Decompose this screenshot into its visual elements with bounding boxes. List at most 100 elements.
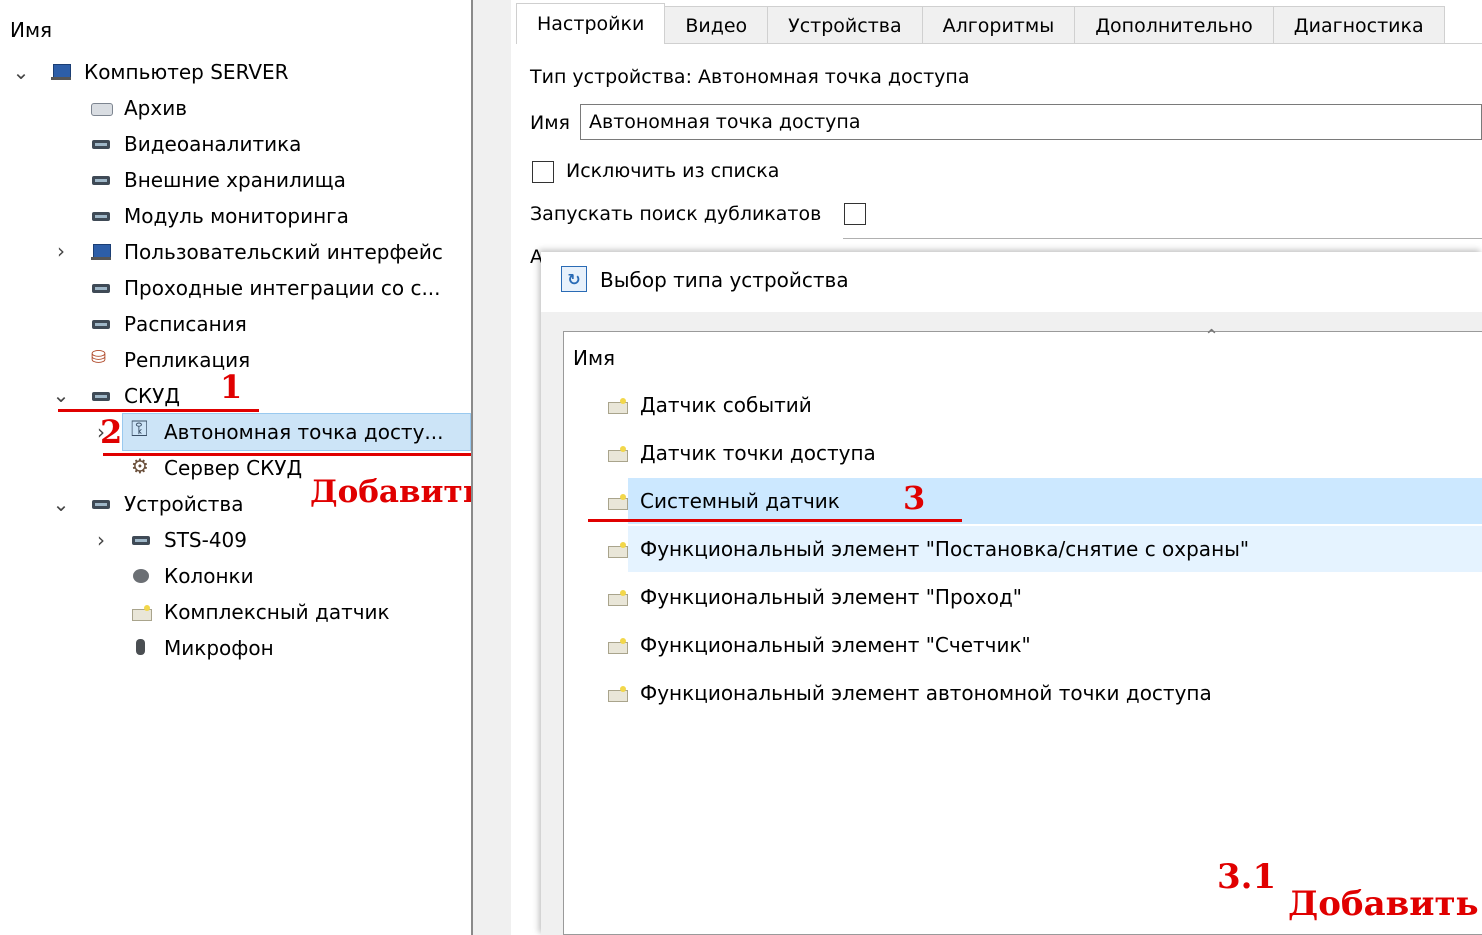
device-icon [90, 495, 112, 513]
annotation-underline-2 [103, 453, 481, 456]
tab-diagnostics[interactable]: Диагностика [1272, 6, 1445, 44]
tree-node-label: Автономная точка досту... [164, 420, 444, 444]
sensor-icon [606, 396, 628, 414]
list-column-header[interactable]: Имя [573, 346, 615, 370]
exclude-label: Исключить из списка [566, 160, 780, 182]
annotation-underline-1 [58, 409, 259, 412]
settings-tabs: Настройки Видео Устройства Алгоритмы Доп… [516, 3, 1445, 44]
tree-node-monitoring[interactable]: Модуль мониторинга [90, 199, 349, 233]
tree-node-label: Расписания [124, 312, 247, 336]
chevron-down-icon[interactable]: ⌄ [12, 60, 30, 84]
tree-node-sts409[interactable]: STS-409 [130, 523, 247, 557]
server-icon [130, 454, 152, 478]
tree-node-label: Архив [124, 96, 187, 120]
device-type-dialog: ↻ Выбор типа устройства Имя ⌃ Датчик соб… [541, 252, 1482, 935]
device-icon [90, 171, 112, 189]
tree-node-complex-sensor[interactable]: Комплексный датчик [130, 595, 390, 629]
annotation-step-1: 1 [220, 368, 243, 406]
chevron-down-icon[interactable]: ⌄ [52, 492, 70, 516]
device-icon [90, 279, 112, 297]
annotation-step-3-1: 3.1 [1217, 857, 1277, 897]
list-item-autonomous-element[interactable]: Функциональный элемент автономной точки … [606, 670, 1212, 716]
tree-node-devices[interactable]: Устройства [90, 487, 243, 521]
settings-panel-gutter [473, 0, 511, 935]
tree-node-label: Модуль мониторинга [124, 204, 349, 228]
list-item-label: Функциональный элемент "Проход" [640, 585, 1022, 609]
tree-node-label: Проходные интеграции со с... [124, 276, 441, 300]
tree-column-header[interactable]: Имя [10, 18, 52, 42]
chevron-right-icon[interactable]: › [52, 239, 70, 263]
exclude-checkbox[interactable] [532, 161, 554, 183]
tree-node-speakers[interactable]: Колонки [130, 559, 254, 593]
sensor-icon [606, 540, 628, 558]
name-field[interactable]: Автономная точка доступа [580, 104, 1482, 140]
list-item-label: Функциональный элемент автономной точки … [640, 681, 1212, 705]
monitor-icon [90, 243, 112, 261]
tree-node-label: Микрофон [164, 636, 274, 660]
device-icon [90, 315, 112, 333]
device-icon [90, 135, 112, 153]
tree-node-label: Компьютер SERVER [84, 60, 289, 84]
tree-node-label: СКУД [124, 384, 180, 408]
access-point-icon [130, 417, 152, 442]
annotation-step-2: 2 [100, 413, 123, 451]
tree-node-autonomous-access-point[interactable]: Автономная точка досту... [130, 415, 444, 449]
tab-devices[interactable]: Устройства [767, 6, 923, 44]
tree-node-label: Устройства [124, 492, 244, 516]
tree-node-label: Пользовательский интерфейс [124, 240, 443, 264]
microphone-icon [130, 639, 152, 657]
device-tree-panel: Имя ⌄ Компьютер SERVER Архив Видеоаналит… [0, 0, 484, 935]
hidden-field-edge [843, 238, 1482, 239]
list-item-arm-disarm[interactable]: Функциональный элемент "Постановка/сняти… [606, 526, 1249, 572]
chevron-down-icon[interactable]: ⌄ [52, 383, 70, 407]
tree-node-external-storage[interactable]: Внешние хранилища [90, 163, 346, 197]
tree-node-label: Колонки [164, 564, 254, 588]
list-item-event-sensor[interactable]: Датчик событий [606, 382, 812, 428]
list-item-system-sensor[interactable]: Системный датчик [606, 478, 840, 524]
sensor-icon [606, 444, 628, 462]
sort-ascending-icon: ⌃ [1204, 326, 1220, 347]
list-item-label: Функциональный элемент "Постановка/сняти… [640, 537, 1250, 561]
tree-node-archive[interactable]: Архив [90, 91, 187, 125]
tree-node-computer[interactable]: Компьютер SERVER [50, 55, 289, 89]
list-item-label: Системный датчик [640, 489, 840, 513]
tree-node-integrations[interactable]: Проходные интеграции со с... [90, 271, 441, 305]
list-item-access-point-sensor[interactable]: Датчик точки доступа [606, 430, 876, 476]
tree-node-label: Внешние хранилища [124, 168, 346, 192]
tree-node-acs-server[interactable]: Сервер СКУД [130, 451, 302, 485]
tab-settings[interactable]: Настройки [516, 3, 666, 44]
device-type-list[interactable]: Имя ⌃ Датчик событий Датчик точки доступ… [563, 326, 1482, 935]
list-item-label: Функциональный элемент "Счетчик" [640, 633, 1031, 657]
speaker-icon [130, 567, 152, 585]
tab-advanced[interactable]: Дополнительно [1074, 6, 1274, 44]
tree-node-microphone[interactable]: Микрофон [130, 631, 274, 665]
list-item-counter[interactable]: Функциональный элемент "Счетчик" [606, 622, 1031, 668]
tree-node-label: Комплексный датчик [164, 600, 390, 624]
replication-icon [90, 347, 112, 369]
list-item-passage[interactable]: Функциональный элемент "Проход" [606, 574, 1022, 620]
list-item-label: Датчик точки доступа [640, 441, 876, 465]
sensor-icon [130, 603, 152, 621]
tree-node-label: Сервер СКУД [164, 456, 303, 480]
list-item-label: Датчик событий [640, 393, 812, 417]
annotation-add-right: Добавить [1288, 884, 1479, 924]
name-label: Имя [530, 112, 570, 134]
dup-search-checkbox[interactable] [844, 203, 866, 225]
tree-node-video-analytics[interactable]: Видеоаналитика [90, 127, 301, 161]
tree-node-label: STS-409 [164, 528, 247, 552]
dialog-titlebar[interactable]: ↻ Выбор типа устройства [541, 252, 1482, 312]
tree-node-acs[interactable]: СКУД [90, 379, 180, 413]
sensor-icon [606, 684, 628, 702]
device-type-label: Тип устройства: Автономная точка доступа [530, 66, 970, 88]
tree-node-schedules[interactable]: Расписания [90, 307, 247, 341]
tree-node-user-interface[interactable]: Пользовательский интерфейс [90, 235, 443, 269]
tree-node-label: Видеоаналитика [124, 132, 302, 156]
sensor-icon [606, 636, 628, 654]
sensor-icon [606, 588, 628, 606]
sensor-icon [606, 492, 628, 510]
device-icon [130, 531, 152, 549]
chevron-right-icon[interactable]: › [92, 528, 110, 552]
dup-search-label: Запускать поиск дубликатов [530, 203, 822, 225]
tab-video[interactable]: Видео [664, 6, 769, 44]
tab-algorithms[interactable]: Алгоритмы [921, 6, 1076, 44]
